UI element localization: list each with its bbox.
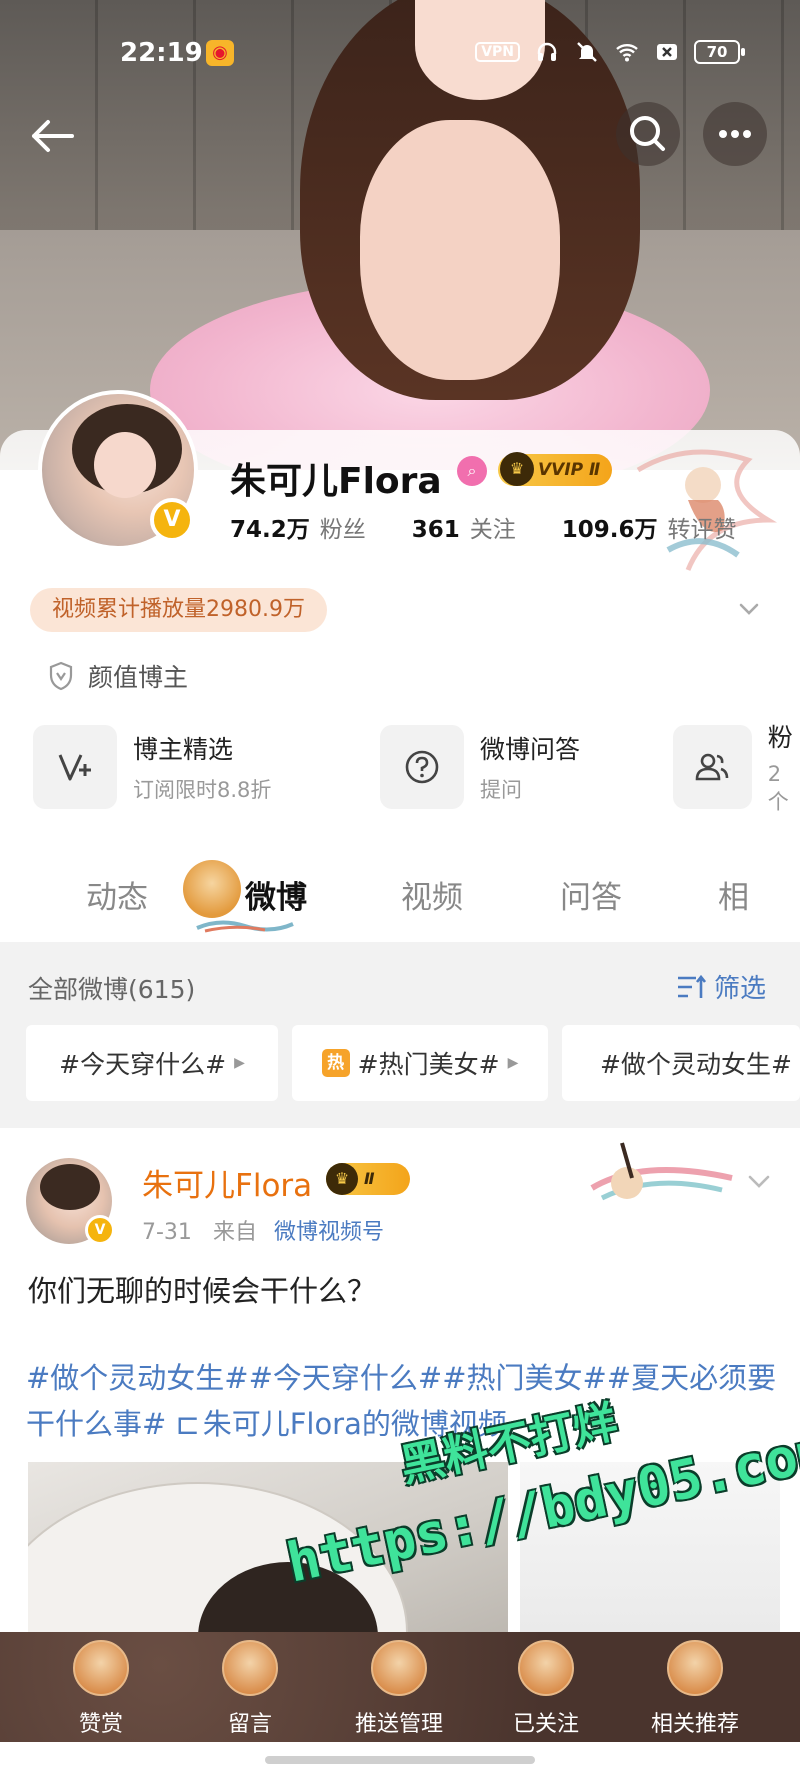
- post-date: 7-31: [142, 1220, 192, 1245]
- status-bar: 22:19 ◉ VPN 70: [0, 0, 800, 104]
- profile-tag-label: 颜值博主: [88, 663, 189, 692]
- headphone-icon: [537, 42, 557, 61]
- following-button[interactable]: 已关注: [491, 1640, 601, 1738]
- video-play-count-badge[interactable]: 视频累计播放量2980.9万: [30, 588, 327, 632]
- tile-subtitle: 提问: [480, 778, 522, 802]
- feature-tiles: 博主精选 订阅限时8.8折 微博问答 提问 粉 2个: [0, 722, 800, 812]
- tile-title: 微博问答: [480, 735, 581, 764]
- stat-label: 关注: [469, 517, 516, 543]
- related-recommend-button[interactable]: 相关推荐: [640, 1640, 750, 1738]
- bottom-label: 相关推荐: [650, 1712, 739, 1737]
- stat-value: 74.2万: [230, 517, 310, 543]
- caret-right-icon: ▶: [234, 1055, 245, 1071]
- search-button[interactable]: [616, 102, 680, 166]
- topic-chip[interactable]: #今天穿什么# ▶: [26, 1025, 278, 1101]
- bottom-label: 已关注: [512, 1712, 579, 1737]
- stat-value: 109.6万: [561, 517, 658, 543]
- filter-icon: [678, 974, 706, 998]
- flying-apsara-decoration: [636, 449, 778, 571]
- topic-chip-label: #今天穿什么#: [59, 1050, 227, 1079]
- topic-chip[interactable]: #做个灵动女生#: [562, 1025, 800, 1101]
- chevron-down-icon[interactable]: [744, 1166, 774, 1196]
- stat-label: 转评赞: [667, 517, 737, 543]
- vpn-icon: VPN: [475, 42, 520, 62]
- hot-badge-icon: 热: [321, 1049, 350, 1077]
- verified-badge-icon: V: [150, 498, 194, 542]
- mute-icon: [577, 42, 597, 62]
- related-recommend-icon: [667, 1640, 723, 1696]
- question-icon: [405, 750, 439, 784]
- tab-weibo[interactable]: 微博: [245, 872, 307, 917]
- push-settings-button[interactable]: 推送管理: [344, 1640, 454, 1738]
- tab-qa[interactable]: 问答: [560, 872, 622, 917]
- vvip-badge[interactable]: ♛ VVIP Ⅱ: [498, 452, 613, 486]
- post-from: 来自: [212, 1220, 257, 1245]
- message-icon: [222, 1640, 278, 1696]
- post-text: 你们无聊的时候会干什么？: [28, 1274, 377, 1308]
- search-icon: [630, 116, 665, 151]
- message-button[interactable]: 留言: [195, 1640, 305, 1738]
- more-button[interactable]: [703, 102, 767, 166]
- more-dots-icon: [719, 130, 751, 138]
- tab-activity[interactable]: 动态: [86, 872, 148, 917]
- push-settings-icon: [371, 1640, 427, 1696]
- chevron-down-icon[interactable]: [735, 595, 763, 623]
- crown-label: Ⅱ: [364, 1169, 375, 1188]
- reward-button[interactable]: 赞赏: [46, 1640, 156, 1738]
- post-meta: 7-31 来自 微博视频号: [142, 1214, 384, 1246]
- tab-active-indicator: [196, 920, 294, 933]
- topic-chip-label: #做个灵动女生#: [600, 1050, 792, 1079]
- caret-right-icon: ▶: [507, 1055, 519, 1071]
- filter-label: 筛选: [714, 974, 767, 1004]
- v-plus-icon: [58, 754, 91, 781]
- bottom-label: 推送管理: [354, 1712, 443, 1737]
- home-indicator[interactable]: [265, 1756, 535, 1764]
- tile-subtitle: 2个: [767, 762, 789, 812]
- verified-badge-icon: V: [85, 1215, 115, 1245]
- back-arrow-icon[interactable]: [26, 110, 78, 162]
- member-crown-badge[interactable]: ♛ Ⅱ: [326, 1163, 410, 1195]
- tile-title: 粉: [767, 723, 793, 752]
- wifi-icon: [616, 44, 638, 62]
- vvip-label: VVIP Ⅱ: [538, 460, 601, 480]
- shield-icon: [49, 661, 73, 691]
- stat-value: 361: [411, 517, 460, 543]
- filter-button[interactable]: 筛选: [676, 968, 766, 1005]
- reward-icon: [73, 1640, 129, 1696]
- stat-label: 粉丝: [319, 517, 366, 543]
- status-time: 22:19: [120, 38, 203, 68]
- tile-weibo-qa[interactable]: 微博问答 提问: [380, 722, 580, 812]
- crown-icon: ♛: [500, 452, 534, 486]
- apsara-decoration-icon: [590, 1142, 733, 1201]
- profile-name: 朱可儿Flora: [230, 461, 442, 502]
- bottom-label: 赞赏: [78, 1712, 123, 1737]
- all-weibo-count: 全部微博(615): [28, 975, 196, 1004]
- search-fan-badge-icon[interactable]: ⌕: [457, 456, 487, 486]
- crown-icon: ♛: [326, 1163, 358, 1195]
- profile-tabs: 动态 微博 视频 问答 相: [0, 850, 800, 940]
- tile-fans-group[interactable]: 粉 2个: [673, 722, 800, 812]
- tile-subtitle: 订阅限时8.8折: [133, 778, 272, 802]
- stat-following[interactable]: 361 关注: [412, 510, 516, 544]
- post-source-link[interactable]: 微博视频号: [274, 1220, 384, 1245]
- topic-chip-label: #热门美女#: [357, 1050, 500, 1079]
- following-icon: [518, 1640, 574, 1696]
- topic-chip[interactable]: 热 #热门美女# ▶: [292, 1025, 548, 1101]
- post-author-name[interactable]: 朱可儿Flora: [142, 1160, 312, 1205]
- profile-tag[interactable]: 颜值博主: [48, 658, 188, 694]
- battery-indicator: 70: [694, 40, 745, 64]
- sim-off-icon: [657, 44, 677, 60]
- tile-title: 博主精选: [133, 735, 234, 764]
- stat-followers[interactable]: 74.2万 粉丝: [230, 510, 366, 544]
- tab-video[interactable]: 视频: [401, 872, 463, 917]
- tab-album[interactable]: 相: [718, 872, 749, 917]
- tab-mascot-icon: [183, 860, 241, 918]
- stat-interactions[interactable]: 109.6万 转评赞: [562, 510, 737, 544]
- weibo-app-icon: ◉: [206, 40, 234, 66]
- fans-group-icon: [696, 753, 729, 781]
- profile-stats: 74.2万 粉丝 361 关注 109.6万 转评赞: [230, 510, 737, 544]
- tile-blogger-picks[interactable]: 博主精选 订阅限时8.8折: [33, 722, 271, 812]
- bottom-label: 留言: [227, 1712, 272, 1737]
